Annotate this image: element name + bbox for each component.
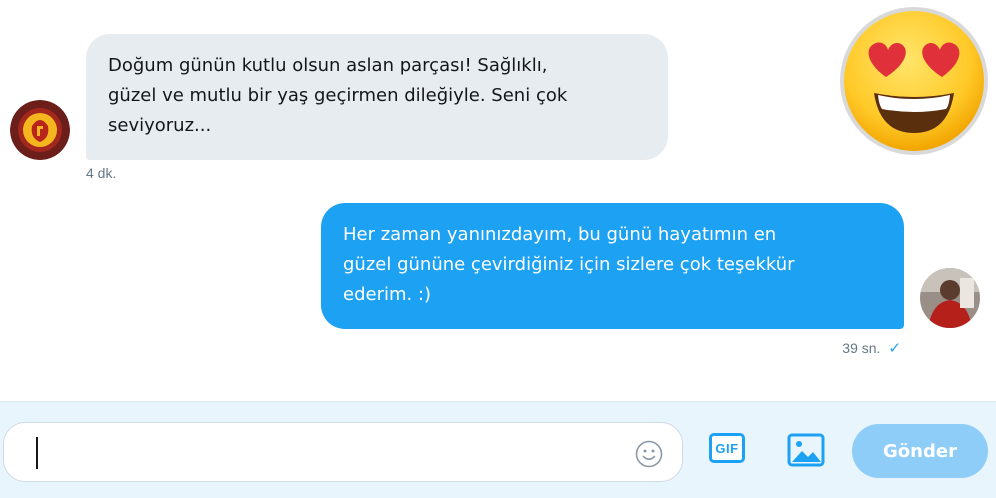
text-caret — [36, 437, 38, 469]
incoming-message-bubble: Doğum günün kutlu olsun aslan parçası! S… — [86, 34, 668, 160]
heart-eyes-emoji-icon — [840, 7, 988, 155]
incoming-message-line: güzel ve mutlu bir yaş geçirmen dileğiyl… — [108, 85, 568, 106]
user-avatar[interactable] — [920, 268, 980, 328]
incoming-message-line: seviyoruz... — [108, 115, 212, 136]
gif-label: GIF — [709, 433, 745, 463]
image-icon[interactable] — [787, 432, 825, 468]
incoming-timestamp: 4 dk. — [86, 165, 117, 181]
user-photo-icon — [920, 268, 980, 328]
sender-avatar[interactable] — [10, 100, 70, 160]
checkmark-icon: ✓ — [888, 340, 901, 357]
smiley-icon[interactable] — [634, 439, 664, 469]
outgoing-message-line: Her zaman yanınızdayım, bu günü hayatımı… — [343, 224, 777, 245]
message-input-container[interactable] — [3, 422, 683, 482]
galatasaray-logo-icon — [10, 100, 70, 160]
gif-button[interactable]: GIF — [707, 429, 747, 467]
outgoing-timestamp: 39 sn. — [842, 340, 881, 356]
message-input[interactable] — [34, 437, 614, 469]
outgoing-message-line: güzel gününe çevirdiğiniz için sizlere ç… — [343, 254, 795, 275]
outgoing-meta: 39 sn. ✓ — [842, 339, 901, 357]
incoming-message-line: Doğum günün kutlu olsun aslan parçası! S… — [108, 55, 548, 76]
composer-bar: GIF Gönder — [0, 401, 996, 498]
outgoing-message-line: ederim. :) — [343, 284, 432, 305]
send-button[interactable]: Gönder — [852, 424, 988, 478]
outgoing-message-bubble: Her zaman yanınızdayım, bu günü hayatımı… — [321, 203, 904, 329]
